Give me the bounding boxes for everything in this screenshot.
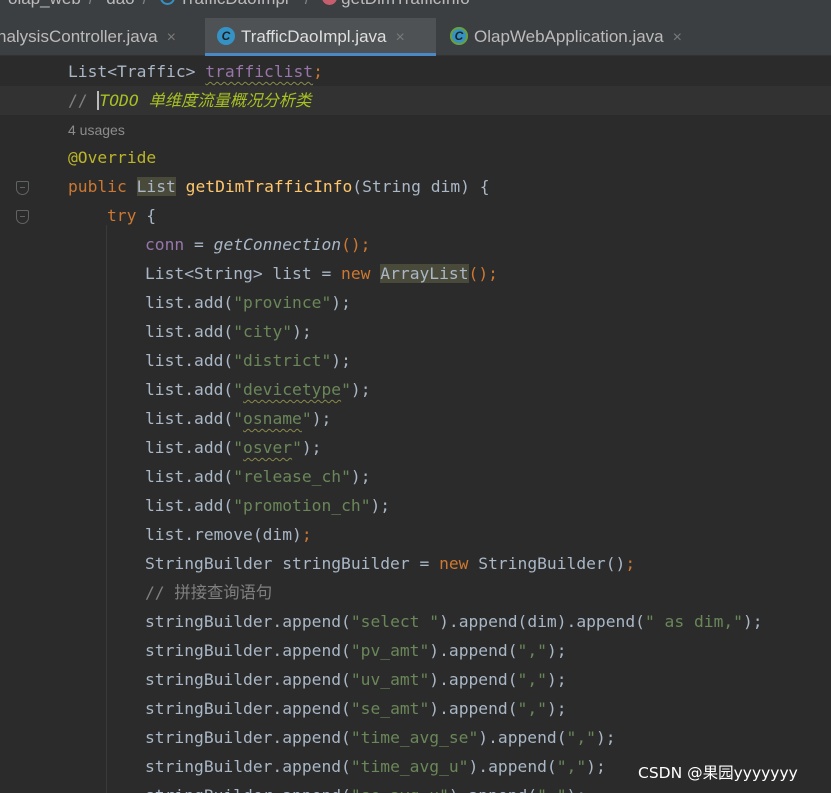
code-line: List<Traffic> trafficlist; [68,62,323,81]
tab-label: OlapWebApplication.java [474,27,664,46]
code-line-append: stringBuilder.append("select ").append(d… [145,612,763,631]
code-line-append: stringBuilder.append("se_amt").append(",… [145,699,567,718]
code-line: list.remove(dim); [145,525,312,544]
code-line: List<String> list = new ArrayList(); [145,264,498,283]
code-line-comment: // 拼接查询语句 [145,583,273,602]
breadcrumb-item-class[interactable]: TrafficDaoImpl [160,0,297,8]
tab-analysis-controller[interactable]: nalysisController.java × [0,18,199,56]
code-line-list-add: list.add("release_ch"); [145,467,371,486]
code-line-list-add: list.add("city"); [145,322,312,341]
close-icon[interactable]: × [167,29,176,46]
breadcrumb-separator: / [305,0,310,8]
code-line-append: stringBuilder.append("uv_amt").append(",… [145,670,567,689]
code-line-method-signature: public List getDimTrafficInfo(String dim… [68,177,490,196]
close-icon[interactable]: × [396,29,405,46]
class-icon [217,27,235,45]
spring-boot-class-icon [450,27,468,45]
close-icon[interactable]: × [673,29,682,46]
tab-olap-web-application[interactable]: OlapWebApplication.java × [444,18,724,56]
breadcrumb-separator: / [89,0,94,8]
breadcrumb: olap_web / dao / TrafficDaoImpl / getDimTra… [0,0,831,18]
code-line: StringBuilder stringBuilder = new String… [145,554,636,573]
code-line-list-add: list.add("province"); [145,293,351,312]
code-line-list-add: list.add("devicetype"); [145,380,371,399]
code-editor[interactable]: List<Traffic> trafficlist; // TODO 单维度流量… [0,57,831,793]
tab-label: TrafficDaoImpl.java [241,27,387,46]
editor-tab-bar: nalysisController.java × TrafficDaoImpl.j… [0,18,831,56]
code-line: @Override [68,148,157,167]
code-line-append: stringBuilder.append("time_avg_se").appe… [145,728,616,747]
breadcrumb-item-package[interactable]: dao [106,0,134,8]
code-line-list-add: list.add("promotion_ch"); [145,496,391,515]
tab-traffic-dao-impl[interactable]: TrafficDaoImpl.java × [205,18,436,56]
code-line-append: stringBuilder.append("pv_amt").append(",… [145,641,567,660]
code-line-list-add: list.add("osver"); [145,438,322,457]
csdn-watermark: CSDN @果园yyyyyyy [638,764,798,782]
code-line-list-add: list.add("osname"); [145,409,332,428]
breadcrumb-item-project[interactable]: olap_web [8,0,81,8]
breadcrumb-separator: / [143,0,148,8]
code-line: conn = getConnection(); [145,235,371,254]
method-icon [322,0,338,5]
code-line: try { [107,206,157,225]
tab-label: nalysisController.java [0,27,158,46]
class-icon [160,0,176,5]
code-line-current: // TODO 单维度流量概况分析类 [0,86,831,115]
breadcrumb-item-method[interactable]: getDimTrafficInfo [322,0,478,8]
usages-hint[interactable]: 4 usages [0,115,831,144]
code-line-list-add: list.add("district"); [145,351,351,370]
